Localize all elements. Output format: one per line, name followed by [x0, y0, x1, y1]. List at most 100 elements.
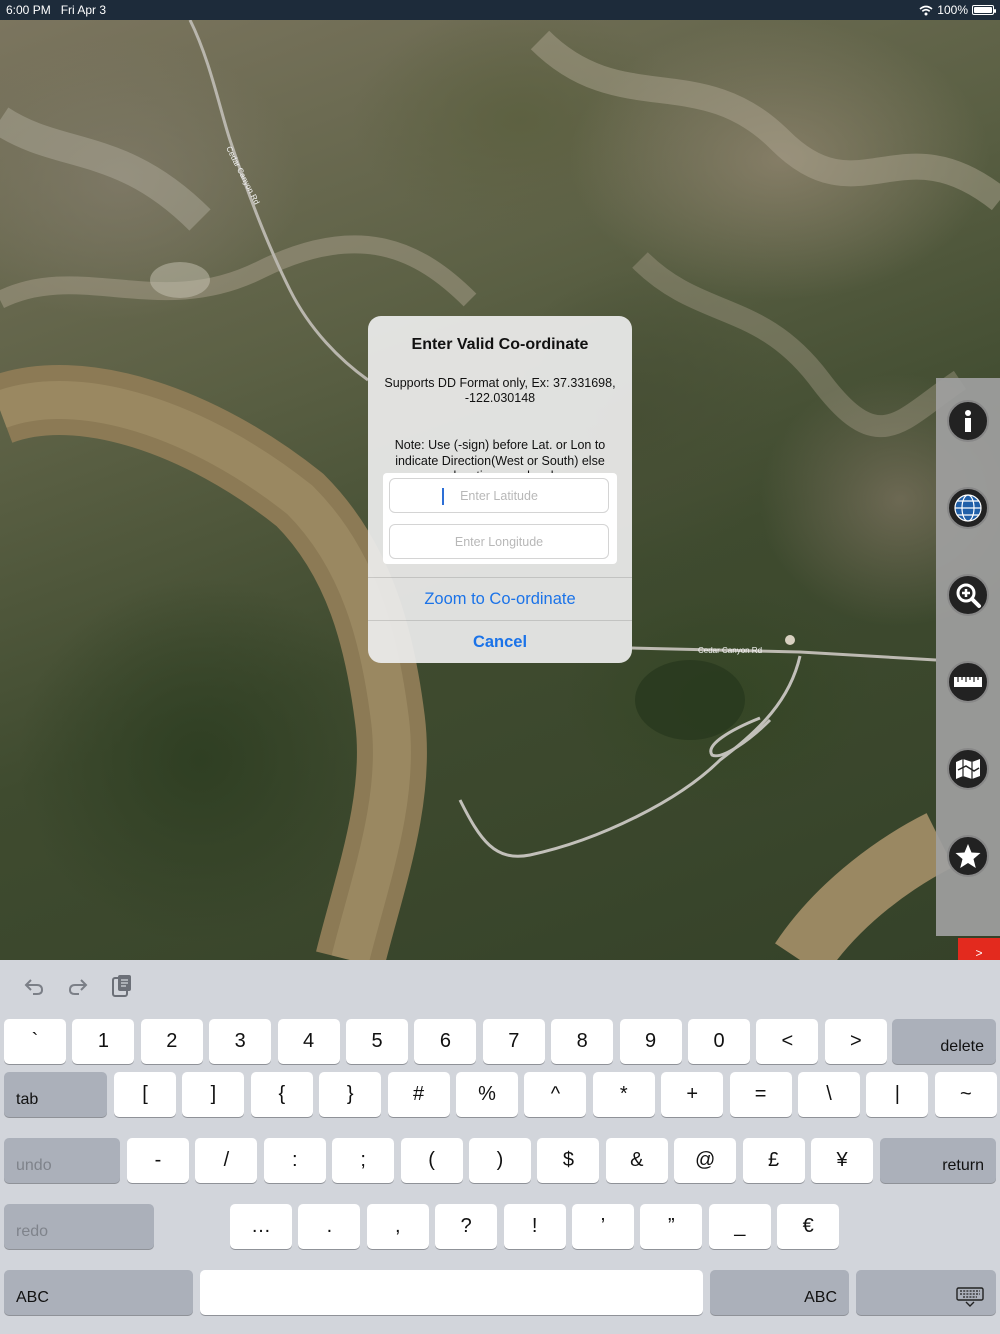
alert-message-format: Supports DD Format only, Ex: 37.331698, …: [384, 375, 616, 406]
key-13[interactable]: >: [824, 1019, 887, 1064]
ruler-icon: [954, 677, 982, 687]
key-11[interactable]: 0: [688, 1019, 750, 1064]
key-7[interactable]: ”: [640, 1204, 703, 1249]
star-icon: [955, 844, 981, 868]
key-12[interactable]: <: [756, 1019, 819, 1064]
measure-button[interactable]: [947, 661, 989, 703]
key-8[interactable]: _: [708, 1204, 771, 1249]
key-6[interactable]: %: [456, 1072, 518, 1117]
latitude-placeholder: Enter Latitude: [460, 488, 538, 503]
keyboard: ` 1 2 3 4 5 6 7 8 9 0 < > delete tab[]{} #% ^ * + = \ | ~ undo -…: [0, 960, 1000, 1334]
undo-icon[interactable]: [22, 974, 46, 998]
status-date: Fri Apr 3: [60, 3, 107, 17]
longitude-input[interactable]: Enter Longitude: [389, 524, 609, 559]
battery-icon: [972, 5, 996, 15]
key-4[interactable]: 3: [209, 1019, 272, 1064]
key-2[interactable]: 1: [72, 1019, 135, 1064]
delete-key[interactable]: delete: [892, 1019, 996, 1064]
key-3[interactable]: {: [250, 1072, 313, 1117]
road-shape: [631, 646, 937, 662]
favorites-button[interactable]: [947, 835, 989, 877]
key-8[interactable]: &: [605, 1138, 668, 1183]
key-3[interactable]: :: [263, 1138, 326, 1183]
zoom-in-button[interactable]: [947, 574, 989, 616]
coordinate-fields: Enter Latitude Enter Longitude: [383, 473, 617, 564]
status-bar: 6:00 PM Fri Apr 3 100%: [0, 0, 1000, 20]
map-layers-button[interactable]: [947, 748, 989, 790]
ridge-shape: [0, 107, 211, 231]
key-7[interactable]: ^: [524, 1072, 587, 1117]
key-13[interactable]: ~: [934, 1072, 997, 1117]
side-panel-toggle[interactable]: >: [958, 938, 1000, 960]
abc-left-key[interactable]: ABC: [4, 1270, 193, 1315]
key-11[interactable]: \: [798, 1072, 860, 1117]
key-4[interactable]: ?: [435, 1204, 498, 1249]
key-8[interactable]: 7: [482, 1019, 545, 1064]
globe-button[interactable]: [947, 487, 989, 529]
road-shape: [458, 655, 802, 858]
key-9[interactable]: +: [661, 1072, 724, 1117]
key-10[interactable]: =: [729, 1072, 792, 1117]
key-3[interactable]: ,: [366, 1204, 429, 1249]
zoom-to-coordinate-button[interactable]: Zoom to Co-ordinate: [368, 577, 632, 620]
building-shape: [785, 635, 795, 645]
key-5[interactable]: (: [400, 1138, 463, 1183]
latitude-input[interactable]: Enter Latitude: [389, 478, 609, 513]
text-cursor: [442, 488, 444, 505]
key-1[interactable]: -: [127, 1138, 189, 1183]
key-6[interactable]: 5: [346, 1019, 408, 1064]
key-2[interactable]: /: [195, 1138, 258, 1183]
map-layers-icon: [956, 759, 980, 779]
river-shape: [0, 381, 411, 960]
road-shape: [188, 19, 369, 382]
key-12[interactable]: |: [866, 1072, 929, 1117]
undo-key[interactable]: undo: [4, 1138, 120, 1183]
key-11[interactable]: ¥: [811, 1138, 873, 1183]
info-button[interactable]: [947, 400, 989, 442]
info-icon: [965, 410, 971, 432]
key-9[interactable]: 8: [551, 1019, 614, 1064]
coordinate-alert: Enter Valid Co-ordinate Supports DD Form…: [368, 316, 632, 663]
vegetation-shape: [635, 660, 745, 740]
key-8[interactable]: *: [592, 1072, 655, 1117]
ridge-shape: [632, 252, 967, 438]
key-7[interactable]: $: [537, 1138, 600, 1183]
key-4[interactable]: }: [319, 1072, 382, 1117]
keyboard-dismiss-key[interactable]: [856, 1270, 996, 1315]
battery-fill: [974, 7, 992, 13]
toggle-label: >: [975, 946, 983, 960]
key-1[interactable]: `: [4, 1019, 66, 1064]
redo-icon[interactable]: [66, 974, 90, 998]
key-10[interactable]: 9: [619, 1019, 682, 1064]
key-1[interactable]: [: [114, 1072, 176, 1117]
cancel-button[interactable]: Cancel: [368, 620, 632, 663]
key-5[interactable]: #: [387, 1072, 450, 1117]
tab-key[interactable]: tab: [4, 1072, 107, 1117]
key-10[interactable]: £: [742, 1138, 805, 1183]
key-7[interactable]: 6: [414, 1019, 477, 1064]
key-9[interactable]: @: [674, 1138, 737, 1183]
key-6[interactable]: ’: [572, 1204, 634, 1249]
wifi-icon: [919, 5, 933, 15]
redo-key[interactable]: redo: [4, 1204, 154, 1249]
space-key[interactable]: [200, 1270, 703, 1315]
paste-icon[interactable]: [110, 974, 134, 998]
key-9[interactable]: €: [777, 1204, 840, 1249]
key-2[interactable]: .: [298, 1204, 361, 1249]
river-shape: [775, 813, 954, 960]
globe-icon: [954, 494, 982, 522]
keyboard-shortcut-bar: [22, 974, 134, 998]
battery-percent: 100%: [937, 3, 968, 17]
key-5[interactable]: !: [503, 1204, 566, 1249]
key-3[interactable]: 2: [140, 1019, 203, 1064]
key-1[interactable]: …: [230, 1204, 292, 1249]
key-4[interactable]: ;: [332, 1138, 395, 1183]
alert-title: Enter Valid Co-ordinate: [411, 336, 589, 353]
abc-right-key[interactable]: ABC: [710, 1270, 849, 1315]
key-2[interactable]: ]: [182, 1072, 245, 1117]
key-5[interactable]: 4: [277, 1019, 340, 1064]
key-6[interactable]: ): [469, 1138, 531, 1183]
return-key[interactable]: return: [880, 1138, 996, 1183]
ridge-shape: [0, 235, 477, 309]
side-toolbar: [936, 378, 1000, 936]
